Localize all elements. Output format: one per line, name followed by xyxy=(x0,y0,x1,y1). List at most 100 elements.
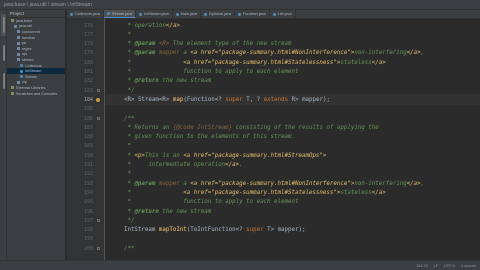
fold-toggle-icon[interactable] xyxy=(97,247,100,251)
window-title: java.base \ java.util \ stream \ IntStre… xyxy=(4,1,92,8)
project-tree-item[interactable]: Scratches and Consoles xyxy=(7,91,65,97)
fold-toggle-icon[interactable] xyxy=(97,117,100,120)
editor-tab[interactable]: Function.java xyxy=(235,10,270,18)
code-token: @param xyxy=(134,41,156,48)
package-icon xyxy=(17,52,20,56)
tool-window-stripe xyxy=(0,10,7,260)
class-icon xyxy=(20,69,23,73)
code-token: */ xyxy=(110,87,135,94)
code-token: Function xyxy=(186,96,215,103)
line-number-text: 179 xyxy=(83,50,93,57)
line-number-text: 200 xyxy=(83,245,93,252)
code-token: * Returns an xyxy=(110,124,173,131)
editor-tab[interactable]: Main.java xyxy=(173,10,201,18)
editor-tab[interactable]: Collectors.java xyxy=(67,10,104,18)
code-token: non-interfering xyxy=(354,50,407,57)
line-number-text: 195 xyxy=(83,199,93,206)
line-number-text: 198 xyxy=(83,227,93,234)
code-token: /** xyxy=(110,115,135,122)
code-token: </a> xyxy=(371,189,386,196)
project-tool-tab[interactable] xyxy=(1,14,6,36)
editor-tab-label: List.java xyxy=(277,12,292,16)
code-token: a xyxy=(183,180,191,187)
code-token: super xyxy=(225,96,243,103)
editor-tab[interactable]: IntStream.java xyxy=(136,10,173,18)
line-number[interactable]: 200 xyxy=(67,243,93,254)
package-icon xyxy=(17,80,20,84)
project-tree-label: spi xyxy=(22,52,27,57)
package-icon xyxy=(17,41,20,45)
code-token: * xyxy=(110,41,135,48)
java-class-icon xyxy=(238,12,242,16)
line-number-text: 182 xyxy=(83,78,93,85)
package-icon xyxy=(17,30,20,34)
fold-toggle-icon[interactable] xyxy=(97,89,100,93)
project-tree-label: concurrent xyxy=(22,29,40,34)
editor-gutter: 176 177 178 179 180 181 182 183 184 185 186 187 188 1… xyxy=(67,19,105,260)
code-token: <a href="package-summary.html#NonInterfe… xyxy=(190,50,355,57)
line-number-text: 180 xyxy=(83,59,93,66)
project-tree-label: jar xyxy=(22,41,27,46)
code-token: <p> xyxy=(134,152,145,159)
code-token: Stream xyxy=(137,96,159,103)
line-number-text: 189 xyxy=(83,143,93,150)
code-token: T, ? xyxy=(242,96,264,103)
code-token: */ xyxy=(110,217,135,224)
project-tree-label: IntStream xyxy=(25,69,42,74)
caret-position[interactable]: 184:23 xyxy=(416,264,428,268)
project-tree-label: java.util xyxy=(19,24,32,29)
line-number-text: 190 xyxy=(83,152,93,159)
project-tree-label: stream xyxy=(22,57,34,62)
indent-setting[interactable]: 4 spaces xyxy=(461,264,476,268)
code-token: extends xyxy=(263,96,289,103)
project-panel-header: Project xyxy=(7,10,65,18)
code-token: mapper xyxy=(155,50,184,57)
fold-toggle-icon[interactable] xyxy=(97,219,100,223)
java-class-icon xyxy=(175,12,179,16)
code-token: <a href="package-summary.html#Statelessn… xyxy=(183,59,341,66)
code-token: mapper xyxy=(155,180,184,187)
code-token: @return xyxy=(134,208,159,215)
structure-tool-tab[interactable] xyxy=(1,42,6,64)
code-token: </a> xyxy=(406,180,421,187)
code-token: non-interfering xyxy=(354,180,407,187)
implemented-method-icon[interactable] xyxy=(96,97,100,102)
java-class-icon xyxy=(272,12,276,16)
code-token: > xyxy=(130,96,138,103)
code-token: The element type of the new stream xyxy=(172,41,292,48)
java-class-icon xyxy=(203,12,207,16)
editor-tab[interactable]: Stream.java xyxy=(103,10,137,18)
project-tree-label: regex xyxy=(22,46,32,51)
code-token: /** xyxy=(110,245,135,252)
line-number-text: 177 xyxy=(83,31,93,38)
code-token: * xyxy=(110,22,135,29)
editor-tab-label: Collectors.java xyxy=(75,12,100,16)
code-editor[interactable]: * operation </a>. * * @param <R> The elem… xyxy=(106,19,480,260)
code-token: < xyxy=(110,96,128,103)
folder-icon xyxy=(11,19,14,23)
java-class-icon xyxy=(106,12,110,15)
java-class-icon xyxy=(70,12,73,16)
code-token: </a> xyxy=(165,22,180,29)
code-token: * given function to the elements of this… xyxy=(110,134,295,141)
package-icon xyxy=(14,24,17,28)
code-token: stateless xyxy=(340,189,372,196)
code-token: a xyxy=(183,50,191,57)
code-token: </a> xyxy=(406,50,421,57)
package-icon xyxy=(17,58,20,62)
editor-tab[interactable]: List.java xyxy=(270,10,296,18)
file-encoding[interactable]: UTF-8 xyxy=(444,264,455,268)
folder-icon xyxy=(11,86,14,90)
favorites-tool-tab[interactable] xyxy=(1,70,6,92)
code-token: * xyxy=(110,50,135,57)
project-tree: java.base java.util concurrent function jar r… xyxy=(7,18,65,96)
java-class-icon xyxy=(139,12,143,16)
project-tree-label: Collectors xyxy=(25,63,42,68)
line-separator[interactable]: LF xyxy=(434,264,438,268)
code-token: super xyxy=(246,227,264,234)
code-token: * xyxy=(110,59,184,66)
line-number-text: 197 xyxy=(83,217,93,224)
line-number-text: 183 xyxy=(83,87,93,94)
line-number-text: 196 xyxy=(83,208,93,215)
editor-tab[interactable]: Optional.java xyxy=(201,10,236,18)
